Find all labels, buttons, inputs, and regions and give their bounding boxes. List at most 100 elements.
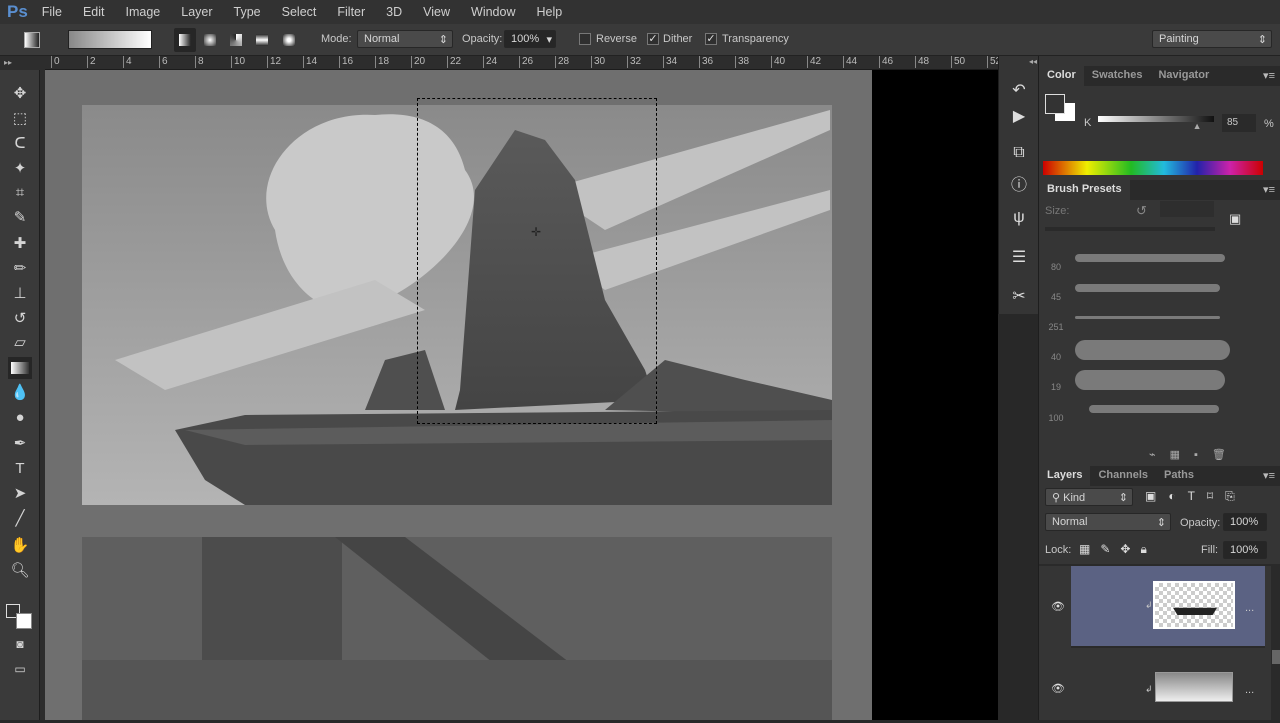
hand-tool-icon[interactable]: ✋: [8, 535, 32, 557]
reset-icon[interactable]: ↺: [1136, 203, 1147, 219]
workspace-select[interactable]: Painting ⇕: [1152, 30, 1272, 48]
tab-color[interactable]: Color: [1039, 66, 1084, 86]
new-brush-icon[interactable]: ▣: [1229, 211, 1241, 227]
gradient-tool-icon[interactable]: [8, 357, 32, 379]
brush-stroke-preview[interactable]: [1075, 316, 1220, 319]
type-tool-icon[interactable]: T: [8, 458, 32, 480]
menu-edit[interactable]: Edit: [83, 5, 105, 19]
properties-panel-icon[interactable]: ☰: [1007, 247, 1031, 269]
tab-channels[interactable]: Channels: [1090, 466, 1156, 486]
tool-presets-icon[interactable]: ✂: [1007, 286, 1031, 308]
brush-stroke-preview[interactable]: [1075, 254, 1225, 262]
3d-panel-icon[interactable]: ⧉: [1007, 144, 1031, 166]
tab-swatches[interactable]: Swatches: [1084, 66, 1151, 86]
transparency-checkbox[interactable]: ✓: [705, 33, 717, 45]
marquee-tool-icon[interactable]: ⬚: [8, 108, 32, 130]
brush-panel-footer-icons[interactable]: ⌁▦▪🗑︎: [1149, 448, 1240, 461]
reverse-checkbox[interactable]: [579, 33, 591, 45]
document-canvas[interactable]: ✛: [45, 70, 872, 720]
background-color-swatch[interactable]: [16, 613, 32, 629]
tab-navigator[interactable]: Navigator: [1150, 66, 1217, 86]
menu-image[interactable]: Image: [126, 5, 161, 19]
layer-more[interactable]: ...: [1245, 602, 1254, 614]
screen-mode-icon[interactable]: ▭: [8, 658, 32, 680]
tool-preset-picker[interactable]: [24, 32, 40, 48]
brush-size[interactable]: 40: [1041, 352, 1071, 362]
mode-select[interactable]: Normal ⇕: [357, 30, 453, 48]
brush-tool-icon[interactable]: ✏: [8, 258, 32, 280]
brush-panel-icon[interactable]: ψ: [1007, 209, 1031, 231]
history-panel-icon[interactable]: ↶: [1007, 80, 1031, 102]
menu-file[interactable]: File: [42, 5, 62, 19]
layer-more[interactable]: ...: [1245, 684, 1254, 696]
actions-panel-icon[interactable]: ▶: [1007, 106, 1031, 128]
menu-type[interactable]: Type: [234, 5, 261, 19]
menu-window[interactable]: Window: [471, 5, 515, 19]
radial-gradient-button[interactable]: [204, 34, 216, 46]
lasso-tool-icon[interactable]: ᑕ: [8, 133, 32, 155]
linear-gradient-button[interactable]: [174, 28, 196, 52]
pen-tool-icon[interactable]: ✒: [8, 433, 32, 455]
size-slider[interactable]: [1045, 227, 1215, 231]
menu-help[interactable]: Help: [537, 5, 563, 19]
zoom-tool-icon[interactable]: 🔍︎: [8, 560, 32, 582]
visibility-eye-icon[interactable]: 👁︎: [1051, 682, 1065, 695]
layer-filter-select[interactable]: ⚲ Kind ⇕: [1045, 488, 1133, 506]
panel-menu-icon[interactable]: ▾≡: [1263, 469, 1275, 482]
healing-brush-icon[interactable]: ✚: [8, 233, 32, 255]
k-value-field[interactable]: 85: [1222, 114, 1256, 132]
dodge-tool-icon[interactable]: ●: [8, 407, 32, 429]
brush-stroke-preview[interactable]: [1075, 370, 1225, 390]
panel-menu-icon[interactable]: ▾≡: [1263, 69, 1275, 82]
path-selection-icon[interactable]: ➤: [8, 483, 32, 505]
lock-icons[interactable]: ▦✎✥🔒︎: [1079, 542, 1157, 557]
eraser-icon[interactable]: ▱: [8, 332, 32, 354]
quick-mask-icon[interactable]: ◙: [8, 633, 32, 655]
brush-size[interactable]: 100: [1041, 413, 1071, 423]
color-spectrum-bar[interactable]: [1043, 161, 1263, 175]
history-brush-icon[interactable]: ↺: [8, 308, 32, 330]
menu-view[interactable]: View: [423, 5, 450, 19]
crop-tool-icon[interactable]: ⌗: [8, 182, 32, 204]
tab-paths[interactable]: Paths: [1156, 466, 1202, 486]
gradient-picker[interactable]: [68, 30, 152, 49]
brush-stroke-preview[interactable]: [1075, 340, 1230, 360]
layer-filter-icons[interactable]: ▣◐T⌑⎘: [1145, 489, 1247, 504]
dither-checkbox[interactable]: ✓: [647, 33, 659, 45]
brush-size[interactable]: 45: [1041, 292, 1071, 302]
visibility-eye-icon[interactable]: 👁︎: [1051, 600, 1065, 613]
fill-field[interactable]: 100%: [1223, 541, 1267, 559]
diamond-gradient-button[interactable]: [283, 34, 295, 46]
opacity-field[interactable]: 100% ▾: [504, 30, 556, 48]
panel-menu-icon[interactable]: ▾≡: [1263, 183, 1275, 196]
brush-stroke-preview[interactable]: [1089, 405, 1219, 413]
menu-3d[interactable]: 3D: [386, 5, 402, 19]
foreground-color-swatch[interactable]: [1045, 94, 1065, 114]
menu-layer[interactable]: Layer: [181, 5, 212, 19]
brush-stroke-preview[interactable]: [1075, 284, 1220, 292]
collapse-panels-icon[interactable]: ◂◂: [1029, 57, 1037, 66]
reflected-gradient-button[interactable]: [256, 34, 268, 46]
info-panel-icon[interactable]: ⓘ: [1007, 171, 1031, 194]
marquee-selection[interactable]: [417, 98, 657, 424]
collapse-toolbar-icon[interactable]: ▸▸: [0, 56, 45, 70]
blend-mode-select[interactable]: Normal ⇕: [1045, 513, 1171, 531]
magic-wand-icon[interactable]: ✦: [8, 158, 32, 180]
move-tool-icon[interactable]: ✥: [8, 83, 32, 105]
layer-row-selected[interactable]: ↲ ...: [1071, 566, 1265, 646]
brush-size[interactable]: 251: [1041, 322, 1071, 332]
brush-size[interactable]: 19: [1041, 382, 1071, 392]
blur-tool-icon[interactable]: 💧: [8, 382, 32, 404]
tab-brush-presets[interactable]: Brush Presets: [1039, 180, 1130, 200]
clone-stamp-icon[interactable]: ⊥: [8, 283, 32, 305]
brush-size[interactable]: 80: [1041, 262, 1071, 272]
menu-filter[interactable]: Filter: [337, 5, 365, 19]
eyedropper-icon[interactable]: ✎: [8, 207, 32, 229]
size-field[interactable]: [1160, 201, 1214, 217]
menu-select[interactable]: Select: [282, 5, 317, 19]
layer-opacity-field[interactable]: 100%: [1223, 513, 1267, 531]
line-tool-icon[interactable]: ╱: [8, 508, 32, 530]
layers-scrollbar[interactable]: [1271, 566, 1280, 720]
angle-gradient-button[interactable]: [230, 34, 242, 46]
tab-layers[interactable]: Layers: [1039, 466, 1091, 486]
